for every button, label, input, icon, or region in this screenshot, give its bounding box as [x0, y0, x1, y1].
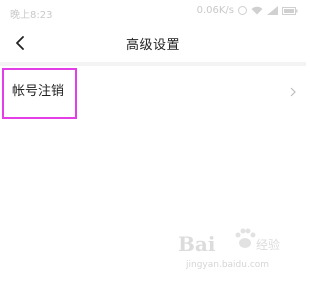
battery-icon	[282, 6, 298, 15]
baidu-watermark: Bai 经验 jingyan.baidu.com	[178, 226, 298, 276]
signal-icon	[267, 6, 278, 15]
wifi-icon	[251, 6, 263, 15]
chevron-right-icon	[290, 82, 296, 101]
settings-list: 帐号注销	[0, 66, 306, 112]
page-title: 高级设置	[125, 38, 180, 53]
paw-icon	[234, 226, 256, 256]
nav-bar: 高级设置	[0, 24, 306, 62]
alarm-icon	[238, 6, 247, 15]
watermark-url: jingyan.baidu.com	[186, 260, 270, 270]
status-bar: 晚上8:23 0.06K/s	[0, 0, 306, 24]
watermark-brand: 经验	[256, 238, 281, 252]
status-icons: 0.06K/s	[197, 5, 298, 16]
watermark-logo: Bai	[178, 232, 216, 256]
status-time: 晚上8:23	[10, 10, 53, 21]
account-cancel-row[interactable]: 帐号注销	[0, 66, 306, 112]
network-speed: 0.06K/s	[196, 5, 234, 16]
account-cancel-label: 帐号注销	[12, 84, 65, 99]
